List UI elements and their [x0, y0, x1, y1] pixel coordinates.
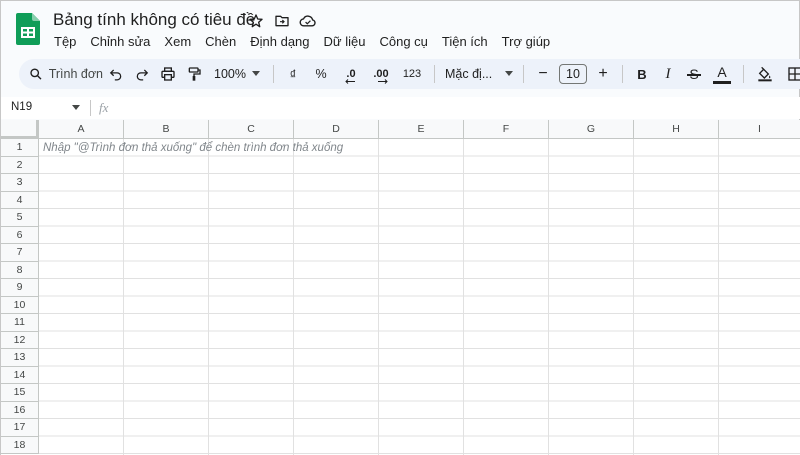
zoom-value: 100% [214, 67, 246, 81]
currency-symbol: ₫ [289, 66, 297, 82]
text-color-button[interactable]: A [707, 62, 737, 86]
toolbar-divider [523, 65, 524, 83]
redo-icon[interactable] [129, 62, 155, 86]
italic-icon: I [665, 65, 671, 82]
header: Bảng tính không có tiêu đề Tệp Chỉnh sửa… [1, 1, 800, 57]
increase-decimal-button[interactable]: .00 [366, 62, 396, 86]
toolbar-divider [434, 65, 435, 83]
menu-extensions[interactable]: Tiện ích [435, 32, 495, 51]
row-header-18[interactable]: 18 [1, 436, 39, 454]
column-header-b[interactable]: B [124, 120, 209, 139]
row-header-7[interactable]: 7 [1, 244, 39, 262]
strikethrough-button[interactable]: S [681, 62, 707, 86]
row-header-14[interactable]: 14 [1, 366, 39, 384]
toolbar: Trình đơn 100% ₫ % .0 .00 123 Mặc đị... … [19, 59, 800, 89]
menu-insert[interactable]: Chèn [198, 32, 243, 51]
number-format-label: 123 [402, 68, 422, 80]
menu-search[interactable]: Trình đơn [19, 62, 103, 86]
fx-icon: fx [99, 100, 109, 115]
column-header-e[interactable]: E [379, 120, 464, 139]
percent-symbol: % [315, 67, 327, 81]
increase-font-size-button[interactable]: + [590, 62, 616, 86]
row-header-5[interactable]: 5 [1, 209, 39, 227]
row-header-6[interactable]: 6 [1, 226, 39, 244]
percent-format-button[interactable]: % [306, 62, 336, 86]
column-header-i[interactable]: I [719, 120, 800, 139]
formula-divider [90, 100, 91, 116]
bold-button[interactable]: B [629, 62, 655, 86]
number-format-button[interactable]: 123 [396, 62, 428, 86]
row-header-10[interactable]: 10 [1, 296, 39, 314]
decrease-decimal-button[interactable]: .0 [336, 62, 366, 86]
cloud-saved-icon[interactable] [299, 12, 317, 30]
undo-icon[interactable] [103, 62, 129, 86]
font-size-wrapper: 10 [556, 62, 590, 86]
arrow-right-icon [378, 79, 388, 84]
name-box[interactable]: N19 [11, 101, 32, 113]
sheets-logo-icon[interactable] [16, 13, 40, 45]
row-header-2[interactable]: 2 [1, 156, 39, 174]
fill-color-icon[interactable] [750, 62, 780, 86]
font-family-select[interactable]: Mặc đị... [441, 62, 517, 86]
row-header-9[interactable]: 9 [1, 279, 39, 297]
italic-button[interactable]: I [655, 62, 681, 86]
cell-area[interactable] [39, 139, 800, 455]
menu-search-label: Trình đơn [48, 67, 103, 81]
row-header-11[interactable]: 11 [1, 314, 39, 332]
select-all-corner[interactable] [1, 120, 39, 139]
menu-file[interactable]: Tệp [47, 32, 83, 51]
column-header-d[interactable]: D [294, 120, 379, 139]
row-header-3[interactable]: 3 [1, 174, 39, 192]
column-header-f[interactable]: F [464, 120, 549, 139]
zoom-select[interactable]: 100% [207, 62, 267, 86]
row-header-15[interactable]: 15 [1, 384, 39, 402]
row-header-4[interactable]: 4 [1, 191, 39, 209]
row-header-17[interactable]: 17 [1, 419, 39, 437]
menu-help[interactable]: Trợ giúp [495, 32, 558, 51]
chevron-down-icon [251, 71, 260, 76]
menu-format[interactable]: Định dạng [243, 32, 316, 51]
column-header-h[interactable]: H [634, 120, 719, 139]
toolbar-divider [622, 65, 623, 83]
spreadsheet-grid: ABCDEFGHI 1 2 3 4 5 6 7 8 9 10 11 12 13 14 15 16 17 18 Nh… [1, 120, 800, 455]
paint-format-icon[interactable] [181, 62, 207, 86]
arrow-left-icon [345, 79, 355, 84]
row-header-12[interactable]: 12 [1, 331, 39, 349]
plus-icon: + [598, 65, 608, 82]
column-header-g[interactable]: G [549, 120, 634, 139]
chevron-down-icon[interactable] [72, 105, 80, 111]
print-icon[interactable] [155, 62, 181, 86]
toolbar-divider [273, 65, 274, 83]
text-color-icon: A [717, 64, 727, 80]
column-header-c[interactable]: C [209, 120, 294, 139]
bold-icon: B [637, 66, 647, 82]
currency-format-button[interactable]: ₫ [280, 62, 306, 86]
row-header-1[interactable]: 1 [1, 139, 39, 157]
move-folder-icon[interactable] [273, 12, 291, 30]
star-icon[interactable] [247, 12, 265, 30]
chevron-down-icon [505, 71, 513, 76]
text-color-swatch [713, 81, 731, 84]
minus-icon: − [538, 65, 548, 82]
strike-line [687, 74, 701, 76]
document-title[interactable]: Bảng tính không có tiêu đề [53, 10, 255, 30]
search-icon [30, 68, 42, 80]
font-family-value: Mặc đị... [445, 67, 493, 81]
cell-a1-hint: Nhập "@Trình đơn thả xuống" để chèn trìn… [43, 142, 344, 154]
decrease-font-size-button[interactable]: − [530, 62, 556, 86]
menu-data[interactable]: Dữ liệu [317, 32, 373, 51]
font-size-input[interactable]: 10 [559, 64, 587, 84]
title-actions [247, 12, 317, 30]
menu-tools[interactable]: Công cụ [372, 32, 434, 51]
borders-icon[interactable] [780, 62, 800, 86]
row-header-8[interactable]: 8 [1, 261, 39, 279]
menu-edit[interactable]: Chỉnh sửa [83, 32, 157, 51]
toolbar-divider [743, 65, 744, 83]
formula-bar: N19 fx [1, 97, 800, 119]
menu-bar: Tệp Chỉnh sửa Xem Chèn Định dạng Dữ liệu… [47, 32, 557, 51]
row-header-13[interactable]: 13 [1, 349, 39, 367]
menu-view[interactable]: Xem [157, 32, 198, 51]
row-header-16[interactable]: 16 [1, 401, 39, 419]
column-header-a[interactable]: A [39, 120, 124, 139]
